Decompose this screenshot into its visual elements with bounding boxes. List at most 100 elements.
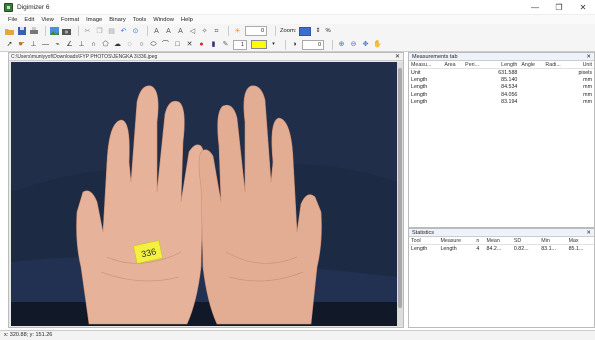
color-swatch[interactable] [251,40,267,49]
delete-marker-icon[interactable]: ✕ [185,40,194,49]
menu-image[interactable]: Image [86,17,102,23]
title-bar: Digimizer 6 — ❐ ✕ [0,0,595,15]
main-toolbar: ✂ ❐ ▤ ↶ ⊙ A A A ◁ ✧ ⌗ ☀ 0 Zoom: ⇕ % [0,24,595,38]
col-radius[interactable]: Radi... [543,61,570,69]
font-small-icon[interactable]: A [176,27,185,36]
cell-length: 83.194 [501,99,518,106]
horizontal-line-icon[interactable]: — [41,40,50,49]
pointer-icon[interactable]: ➚ [5,40,14,49]
table-row[interactable]: Length 85.140 mm [409,76,594,84]
statistics-table: Tool Measure n Mean SD Min Max Length Le… [409,237,594,252]
col-mean[interactable]: Mean [484,237,512,245]
table-row[interactable]: Length 84.534 mm [409,84,594,92]
table-row[interactable]: Length 84.056 mm [409,91,594,99]
menu-edit[interactable]: Edit [24,17,34,23]
col-tool[interactable]: Tool [409,237,439,245]
window-title: Digimizer 6 [17,3,50,11]
font-bold-icon[interactable]: A [164,27,173,36]
scrollbar-thumb[interactable] [398,68,402,308]
perpendicular-icon[interactable]: ⊥ [77,40,86,49]
zoom-input[interactable] [299,26,312,36]
camera-icon[interactable] [62,27,71,36]
menu-format[interactable]: Format [61,17,79,23]
polyline-icon[interactable]: ⌁ [53,40,62,49]
print-icon[interactable] [29,27,38,36]
menu-binary[interactable]: Binary [109,17,125,23]
menu-help[interactable]: Help [181,17,193,23]
col-n[interactable]: n [474,237,485,245]
flag-icon[interactable]: ◁ [188,27,197,36]
copy-icon[interactable]: ❐ [95,27,104,36]
col-unit[interactable]: Unit [569,61,594,69]
zoom-stepper-icon[interactable]: ⇕ [313,27,322,36]
cell-sd: 0.82... [513,245,529,252]
red-dot-icon[interactable]: ● [197,40,206,49]
contrast-spinner[interactable]: 0 [302,39,324,50]
pen-icon[interactable]: ✎ [221,40,230,49]
image-icon[interactable] [50,27,59,36]
cut-icon[interactable]: ✂ [83,27,92,36]
undo-icon[interactable]: ↶ [119,27,128,36]
polygon-icon[interactable]: ⬠ [101,40,110,49]
crop-icon[interactable]: ⌗ [212,27,221,36]
table-row[interactable]: Length 83.194 mm [409,99,594,107]
ellipse-icon[interactable]: ⬭ [149,40,158,49]
col-perimeter[interactable]: Peri... [463,61,488,69]
cell-measure: Length [440,245,457,252]
statistics-close-button[interactable]: ✕ [586,229,591,237]
menu-window[interactable]: Window [153,17,174,23]
cell-n: 4 [476,245,480,252]
cell-radius [543,84,569,92]
pan-hand-icon[interactable]: ✋ [373,40,382,49]
toolbar-separator [285,39,286,50]
brightness-icon[interactable]: ☀ [233,27,242,36]
curve-icon[interactable]: ⌒ [161,40,170,49]
circle-3point-icon[interactable]: ◌ [125,40,134,49]
col-min[interactable]: Min [539,237,567,245]
magic-wand-icon[interactable]: ✧ [200,27,209,36]
move-icon[interactable]: ✥ [361,40,370,49]
paste-icon[interactable]: ▤ [107,27,116,36]
open-folder-icon[interactable] [5,27,14,36]
table-row[interactable]: Unit 631.588 pixels [409,69,594,77]
bar-chart-icon[interactable]: ▮ [209,40,218,49]
menu-tools[interactable]: Tools [133,17,147,23]
hand-pointer-icon[interactable]: ☛ [17,40,26,49]
angle-tool-icon[interactable]: ∠ [65,40,74,49]
menu-file[interactable]: File [8,17,17,23]
close-button[interactable]: ✕ [571,0,595,15]
contrast-icon[interactable]: ◑ [290,40,299,49]
minimize-button[interactable]: — [523,0,547,15]
zoom-in-icon[interactable]: ⊕ [337,40,346,49]
statistics-title-text: Statistics [412,230,435,236]
arc-icon[interactable]: ∩ [89,40,98,49]
vertical-scrollbar[interactable] [397,62,403,326]
col-measure[interactable]: Measu... [409,61,443,69]
col-max[interactable]: Max [566,237,594,245]
cell-area [442,76,463,84]
zoom-out-icon[interactable]: ⊖ [349,40,358,49]
cell-area [442,99,463,107]
dropdown-icon[interactable]: ▾ [269,40,278,49]
col-area[interactable]: Area [442,61,464,69]
font-large-icon[interactable]: A [152,27,161,36]
brightness-spinner[interactable]: 0 [245,26,267,36]
maximize-button[interactable]: ❐ [547,0,571,15]
zoom-search-icon[interactable]: ⊙ [131,27,140,36]
measurements-close-button[interactable]: ✕ [586,53,591,61]
save-icon[interactable] [17,27,26,36]
line-width-spinner[interactable]: 1 [233,39,247,50]
image-path: C:\Users\muniyyof\Downloads\FYP PHOTOS\J… [9,53,403,61]
col-sd[interactable]: SD [511,237,540,245]
freeform-icon[interactable]: ☁ [113,40,122,49]
col-angle[interactable]: Angle [519,61,544,69]
hands-photo[interactable]: 336 [11,62,397,326]
rectangle-icon[interactable]: □ [173,40,182,49]
image-close-button[interactable]: ✕ [395,53,400,61]
line-tool-icon[interactable]: ⊥ [29,40,38,49]
table-row[interactable]: Length Length 4 84.2... 0.82... 83.1... … [409,245,594,253]
col-length[interactable]: Length [487,61,520,69]
col-measure[interactable]: Measure [438,237,475,245]
menu-view[interactable]: View [41,17,53,23]
circle-icon[interactable]: ○ [137,40,146,49]
